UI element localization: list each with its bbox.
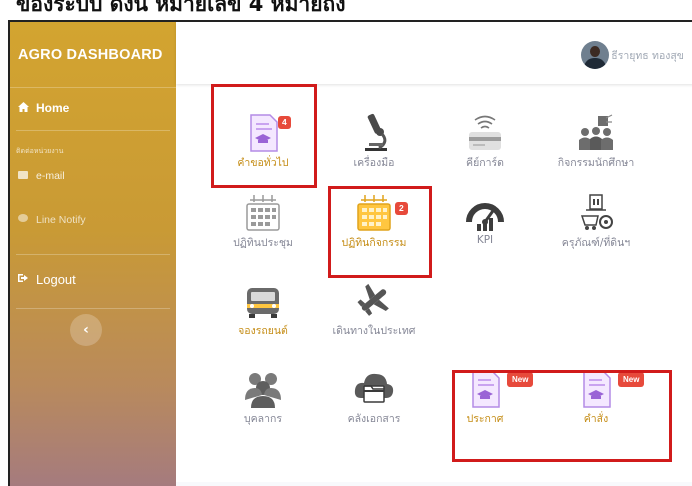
sidebar-divider	[16, 308, 170, 309]
sidebar-item-label: Logout	[36, 272, 76, 287]
tile-domestic-travel[interactable]: เดินทางในประเทศ	[326, 272, 422, 339]
brand-title[interactable]: AGRO DASHBOARD	[10, 22, 176, 88]
sidebar: AGRO DASHBOARD Home ติดต่อหน่วยงาน e-mai…	[10, 22, 176, 486]
envelope-icon	[16, 170, 30, 182]
tile-equipment[interactable]: เครื่องมือ	[326, 104, 422, 171]
sidebar-item-line-notify[interactable]: Line Notify	[10, 214, 86, 226]
sidebar-divider	[16, 254, 170, 255]
chevron-left-icon: ‹	[83, 322, 89, 338]
main-content: ธีรายุทธ ทองสุข 4 คำขอทั่วไป เครื่องมือ …	[176, 22, 692, 486]
highlight-box	[211, 84, 317, 188]
tile-label: คลังเอกสาร	[347, 413, 401, 425]
cloud-folder-icon	[326, 360, 422, 408]
sign-out-icon	[16, 273, 30, 286]
tile-meeting-calendar[interactable]: ปฏิทินประชุม	[215, 184, 311, 251]
sidebar-item-logout[interactable]: Logout	[10, 272, 76, 287]
tile-label: เครื่องมือ	[353, 157, 395, 169]
footer-band	[176, 482, 692, 486]
sidebar-item-email[interactable]: e-mail	[10, 170, 65, 182]
sidebar-item-label: e-mail	[36, 170, 65, 182]
tile-label: บุคลากร	[243, 413, 283, 425]
student-group-icon	[548, 104, 644, 152]
sidebar-section-heading: ติดต่อหน่วยงาน	[16, 147, 64, 155]
user-name: ธีรายุทธ ทองสุข	[611, 49, 684, 62]
credit-card-icon	[437, 104, 533, 152]
sidebar-item-label: Home	[36, 101, 70, 115]
sidebar-divider	[16, 130, 170, 131]
highlight-box	[328, 186, 432, 278]
tile-student-activity[interactable]: กิจกรรมนักศึกษา	[548, 104, 644, 171]
sidebar-toggle-button[interactable]: ‹	[70, 314, 102, 346]
tile-personnel[interactable]: บุคลากร	[215, 360, 311, 427]
home-icon	[16, 101, 30, 115]
top-caption-text: ของระบบ ดังนี้ หมายเลข 4 หมายถึง	[16, 0, 346, 16]
people-icon	[215, 360, 311, 408]
tile-label: ครุภัณฑ์/ที่ดินฯ	[561, 237, 631, 249]
tile-label: ปฏิทินประชุม	[233, 237, 293, 249]
user-menu[interactable]: ธีรายุทธ ทองสุข	[581, 41, 684, 69]
calendar-icon	[215, 184, 311, 232]
chat-icon	[16, 214, 30, 226]
van-icon	[215, 272, 311, 320]
tile-label: เดินทางในประเทศ	[332, 325, 416, 337]
tile-label: กิจกรรมนักศึกษา	[557, 157, 635, 169]
highlight-box	[452, 370, 672, 462]
tile-assets[interactable]: ครุภัณฑ์/ที่ดินฯ	[548, 184, 644, 251]
tile-label: จองรถยนต์	[238, 325, 288, 337]
gauge-icon	[437, 184, 533, 232]
tile-kpi[interactable]: KPI	[437, 184, 533, 246]
tile-label: KPI	[476, 234, 494, 246]
sidebar-item-label: Line Notify	[36, 214, 86, 226]
assets-icon	[548, 184, 644, 232]
tile-document-store[interactable]: คลังเอกสาร	[326, 360, 422, 427]
sidebar-item-home[interactable]: Home	[10, 94, 69, 122]
airplane-icon	[326, 272, 422, 320]
tile-key-card[interactable]: คีย์การ์ด	[437, 104, 533, 171]
topbar: ธีรายุทธ ทองสุข	[176, 22, 692, 84]
avatar	[581, 41, 610, 69]
app-window: AGRO DASHBOARD Home ติดต่อหน่วยงาน e-mai…	[8, 20, 692, 486]
microscope-icon	[326, 104, 422, 152]
tile-label: คีย์การ์ด	[466, 157, 504, 169]
tile-vehicle-booking[interactable]: จองรถยนต์	[215, 272, 311, 339]
